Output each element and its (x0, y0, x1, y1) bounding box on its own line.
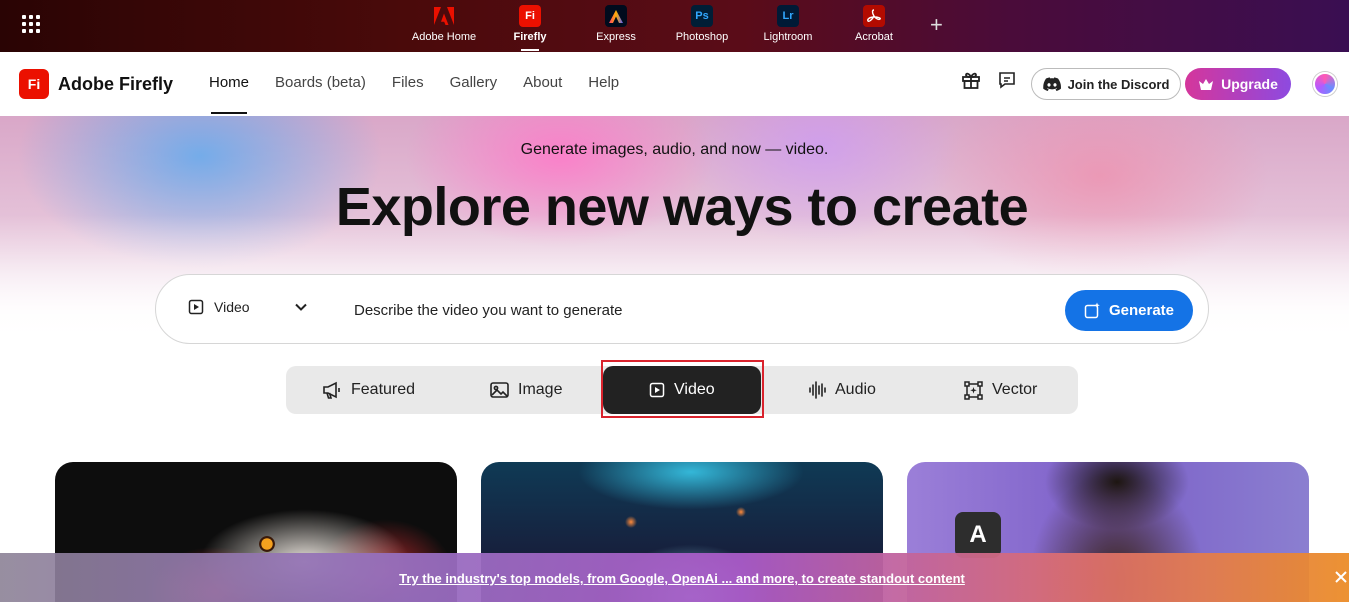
upgrade-button[interactable]: Upgrade (1185, 68, 1291, 100)
app-photoshop[interactable]: Ps Photoshop (662, 5, 742, 43)
app-label: Lightroom (763, 31, 813, 43)
discord-label: Join the Discord (1067, 76, 1170, 92)
app-adobe-home[interactable]: Adobe Home (404, 5, 484, 43)
app-label: Express (596, 31, 636, 43)
tab-label: Video (674, 381, 715, 398)
nav-link-boards[interactable]: Boards (beta) (262, 52, 379, 116)
audio-waveform-icon (809, 381, 826, 399)
tab-video[interactable]: Video (603, 366, 761, 414)
tab-label: Image (518, 381, 563, 398)
nav-actions (959, 68, 1019, 92)
app-firefly[interactable]: Fi Firefly (490, 5, 570, 51)
mode-select[interactable]: Video (188, 299, 250, 315)
nav-link-files[interactable]: Files (379, 52, 437, 116)
gift-icon[interactable] (959, 68, 983, 92)
generate-button[interactable]: Generate (1065, 290, 1193, 331)
megaphone-icon (323, 381, 340, 399)
close-icon[interactable] (1334, 570, 1349, 586)
join-discord-button[interactable]: Join the Discord (1031, 68, 1181, 100)
prompt-bar: Video Generate (155, 274, 1209, 344)
app-acrobat[interactable]: Acrobat (834, 5, 914, 43)
mode-label: Video (214, 299, 250, 315)
chevron-down-icon[interactable] (294, 300, 308, 319)
app-label: Acrobat (855, 31, 893, 43)
tab-label: Vector (992, 381, 1038, 398)
app-express[interactable]: Express (576, 5, 656, 43)
top-nav: Fi Adobe Firefly Home Boards (beta) File… (0, 52, 1349, 116)
nav-link-gallery[interactable]: Gallery (437, 52, 511, 116)
tab-image[interactable]: Image (490, 366, 562, 414)
vector-icon (964, 380, 983, 400)
generate-sparkle-icon (1084, 302, 1100, 319)
add-app-icon[interactable]: + (930, 12, 943, 38)
nav-link-help[interactable]: Help (575, 52, 632, 116)
express-app-icon (605, 5, 627, 27)
nav-links: Home Boards (beta) Files Gallery About H… (196, 52, 632, 116)
firefly-app-icon: Fi (519, 5, 541, 27)
app-lightroom[interactable]: Lr Lightroom (748, 5, 828, 43)
tab-label: Audio (835, 381, 876, 398)
tab-vector[interactable]: Vector (964, 366, 1037, 414)
app-switcher-bar: Adobe Home Fi Firefly Express Ps Photosh… (0, 0, 1349, 52)
avatar-badge: A (955, 512, 1001, 558)
app-label: Firefly (513, 31, 547, 43)
hero-title: Explore new ways to create (335, 177, 1029, 237)
adobe-logo-icon (433, 5, 455, 27)
upgrade-label: Upgrade (1221, 76, 1278, 92)
avatar[interactable] (1313, 72, 1337, 96)
feedback-icon[interactable] (995, 68, 1019, 92)
category-tabs: Featured Image Video Audio Vector (286, 366, 1078, 414)
acrobat-app-icon (863, 5, 885, 27)
app-label: Adobe Home (411, 31, 477, 43)
video-play-icon (649, 382, 665, 398)
hero-subtitle: Generate images, audio, and now — video. (520, 141, 829, 158)
prompt-input[interactable] (354, 297, 1034, 323)
photoshop-app-icon: Ps (691, 5, 713, 27)
nav-link-home[interactable]: Home (196, 52, 262, 116)
image-icon (490, 382, 509, 398)
promo-link[interactable]: Try the industry's top models, from Goog… (0, 571, 1349, 586)
lightroom-app-icon: Lr (777, 5, 799, 27)
generate-label: Generate (1108, 302, 1175, 319)
tab-featured[interactable]: Featured (322, 366, 415, 414)
promo-banner: Try the industry's top models, from Goog… (0, 553, 1349, 602)
app-grid-icon[interactable] (22, 15, 40, 33)
nav-link-about[interactable]: About (510, 52, 575, 116)
tab-audio[interactable]: Audio (808, 366, 876, 414)
app-label: Photoshop (675, 31, 729, 43)
crown-icon (1199, 78, 1214, 90)
video-play-icon (188, 299, 204, 315)
tab-label: Featured (351, 381, 416, 398)
discord-icon (1042, 77, 1061, 91)
firefly-logo-icon: Fi (19, 69, 49, 99)
brand[interactable]: Fi Adobe Firefly (19, 69, 173, 99)
brand-name: Adobe Firefly (58, 73, 174, 94)
